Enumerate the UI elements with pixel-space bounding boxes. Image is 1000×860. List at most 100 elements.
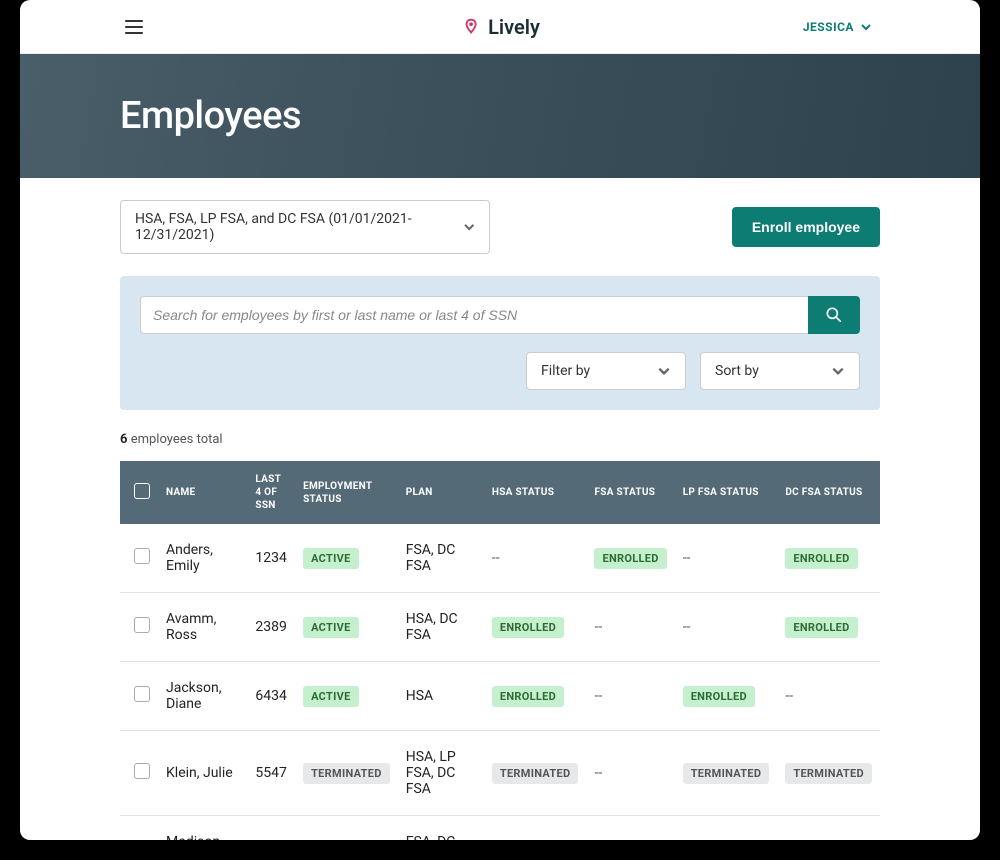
- enroll-employee-button[interactable]: Enroll employee: [732, 207, 880, 247]
- row-checkbox[interactable]: [134, 548, 150, 564]
- chevron-down-icon: [831, 364, 845, 378]
- cell-fsa: --: [586, 593, 674, 662]
- cell-employment: TERMINATED: [295, 731, 398, 816]
- count-suffix: employees total: [131, 432, 223, 447]
- results-count: 6 employees total: [120, 432, 880, 447]
- status-badge: ACTIVE: [303, 840, 359, 841]
- plan-selector[interactable]: HSA, FSA, LP FSA, and DC FSA (01/01/2021…: [120, 200, 490, 254]
- status-badge: ENROLLED: [492, 617, 564, 638]
- col-hsa[interactable]: HSA STATUS: [484, 461, 587, 524]
- status-badge: TERMINATED: [785, 763, 872, 784]
- status-badge: ENROLLED: [594, 548, 666, 569]
- status-badge: ENROLLED: [785, 548, 857, 569]
- plan-selector-label: HSA, FSA, LP FSA, and DC FSA (01/01/2021…: [135, 211, 453, 243]
- cell-hsa: TERMINATED: [484, 731, 587, 816]
- status-badge: TERMINATED: [683, 763, 770, 784]
- search-button[interactable]: [808, 296, 860, 334]
- empty-value: --: [594, 765, 602, 781]
- cell-name: Klein, Julie: [158, 731, 247, 816]
- cell-name: Madison, Daniel: [158, 816, 247, 841]
- cell-plan: HSA, DC FSA: [398, 593, 484, 662]
- status-badge: ACTIVE: [303, 548, 359, 569]
- cell-name: Anders, Emily: [158, 524, 247, 593]
- brand-name: Lively: [488, 15, 540, 39]
- brand-logo: Lively: [460, 15, 540, 39]
- app-window: Lively JESSICA Employees HSA, FSA, LP FS…: [20, 0, 980, 840]
- cell-lpfsa: --: [675, 524, 778, 593]
- cell-plan: HSA: [398, 662, 484, 731]
- cell-lpfsa: --: [675, 593, 778, 662]
- col-lpfsa[interactable]: LP FSA STATUS: [675, 461, 778, 524]
- cell-dcfsa: ENROLLED: [777, 524, 880, 593]
- empty-value: --: [683, 550, 691, 566]
- status-badge: ACTIVE: [303, 617, 359, 638]
- cell-hsa: ENROLLED: [484, 593, 587, 662]
- chevron-down-icon: [463, 220, 475, 234]
- table-row[interactable]: Madison, Daniel3457 ACTIVE FSA, DC FSA-- RU…: [120, 816, 880, 841]
- cell-fsa: ENROLLED: [586, 524, 674, 593]
- sort-by-dropdown[interactable]: Sort by: [700, 352, 860, 390]
- cell-employment: ACTIVE: [295, 593, 398, 662]
- table-header-row: NAME LAST 4 OF SSN EMPLOYMENT STATUS PLA…: [120, 461, 880, 524]
- empty-value: --: [594, 688, 602, 704]
- table-row[interactable]: Anders, Emily1234 ACTIVE FSA, DC FSA -- ENRO…: [120, 524, 880, 593]
- cell-hsa: --: [484, 524, 587, 593]
- col-name[interactable]: NAME: [158, 461, 247, 524]
- col-dcfsa[interactable]: DC FSA STATUS: [777, 461, 880, 524]
- cell-ssn: 3457: [247, 816, 295, 841]
- cell-hsa: --: [484, 816, 587, 841]
- cell-employment: ACTIVE: [295, 662, 398, 731]
- cell-fsa: RUN OUT: [586, 816, 674, 841]
- cell-lpfsa: ENROLLED: [675, 662, 778, 731]
- row-checkbox[interactable]: [134, 763, 150, 779]
- cell-fsa: --: [586, 731, 674, 816]
- table-row[interactable]: Klein, Julie5547TERMINATEDHSA, LP FSA, D…: [120, 731, 880, 816]
- filter-panel: Filter by Sort by: [120, 276, 880, 410]
- cell-employment: ACTIVE: [295, 524, 398, 593]
- empty-value: --: [683, 619, 691, 635]
- cell-plan: FSA, DC FSA: [398, 524, 484, 593]
- search-icon: [824, 305, 844, 325]
- cell-ssn: 1234: [247, 524, 295, 593]
- cell-plan: FSA, DC FSA: [398, 816, 484, 841]
- cell-name: Jackson, Diane: [158, 662, 247, 731]
- select-all-checkbox[interactable]: [134, 483, 150, 499]
- col-ssn[interactable]: LAST 4 OF SSN: [247, 461, 295, 524]
- user-name: JESSICA: [803, 20, 854, 34]
- cell-dcfsa: RUN OUT: [777, 816, 880, 841]
- cell-dcfsa: TERMINATED: [777, 731, 880, 816]
- row-checkbox[interactable]: [134, 617, 150, 633]
- search-input[interactable]: [140, 296, 808, 334]
- cell-dcfsa: ENROLLED: [777, 593, 880, 662]
- filter-by-label: Filter by: [541, 363, 590, 379]
- filter-row: Filter by Sort by: [140, 352, 860, 390]
- status-badge: RUN OUT: [785, 840, 850, 841]
- search-row: [140, 296, 860, 334]
- empty-value: --: [492, 550, 500, 566]
- empty-value: --: [785, 688, 793, 704]
- table-row[interactable]: Jackson, Diane6434ACTIVEHSAENROLLED--ENR…: [120, 662, 880, 731]
- status-badge: TERMINATED: [303, 763, 390, 784]
- cell-ssn: 2389: [247, 593, 295, 662]
- row-checkbox[interactable]: [134, 686, 150, 702]
- user-menu[interactable]: JESSICA: [803, 20, 872, 34]
- status-badge: ENROLLED: [785, 617, 857, 638]
- topbar: Lively JESSICA: [20, 0, 980, 54]
- page-header: Employees: [20, 54, 980, 178]
- status-badge: ENROLLED: [683, 686, 755, 707]
- chevron-down-icon: [657, 364, 671, 378]
- count-value: 6: [120, 432, 127, 447]
- status-badge: RUN OUT: [594, 840, 659, 841]
- filter-by-dropdown[interactable]: Filter by: [526, 352, 686, 390]
- col-employment[interactable]: EMPLOYMENT STATUS: [295, 461, 398, 524]
- col-fsa[interactable]: FSA STATUS: [586, 461, 674, 524]
- table-row[interactable]: Avamm, Ross2389 ACTIVE HSA, DC FSA ENROLLED…: [120, 593, 880, 662]
- status-badge: ACTIVE: [303, 686, 359, 707]
- hamburger-icon[interactable]: [116, 9, 152, 45]
- cell-name: Avamm, Ross: [158, 593, 247, 662]
- col-plan[interactable]: PLAN: [398, 461, 484, 524]
- chevron-down-icon: [860, 21, 872, 33]
- cell-ssn: 6434: [247, 662, 295, 731]
- cell-ssn: 5547: [247, 731, 295, 816]
- cell-hsa: ENROLLED: [484, 662, 587, 731]
